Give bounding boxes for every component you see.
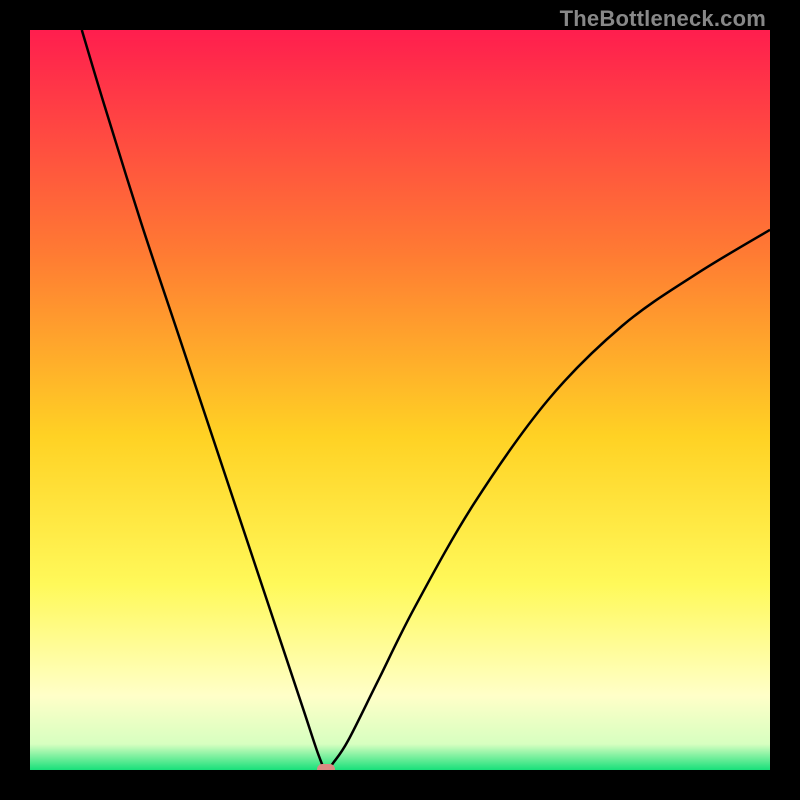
bottleneck-curve: [30, 30, 770, 770]
optimal-marker: [317, 764, 335, 770]
plot-area: [30, 30, 770, 770]
watermark-text: TheBottleneck.com: [560, 6, 766, 32]
chart-frame: TheBottleneck.com: [0, 0, 800, 800]
